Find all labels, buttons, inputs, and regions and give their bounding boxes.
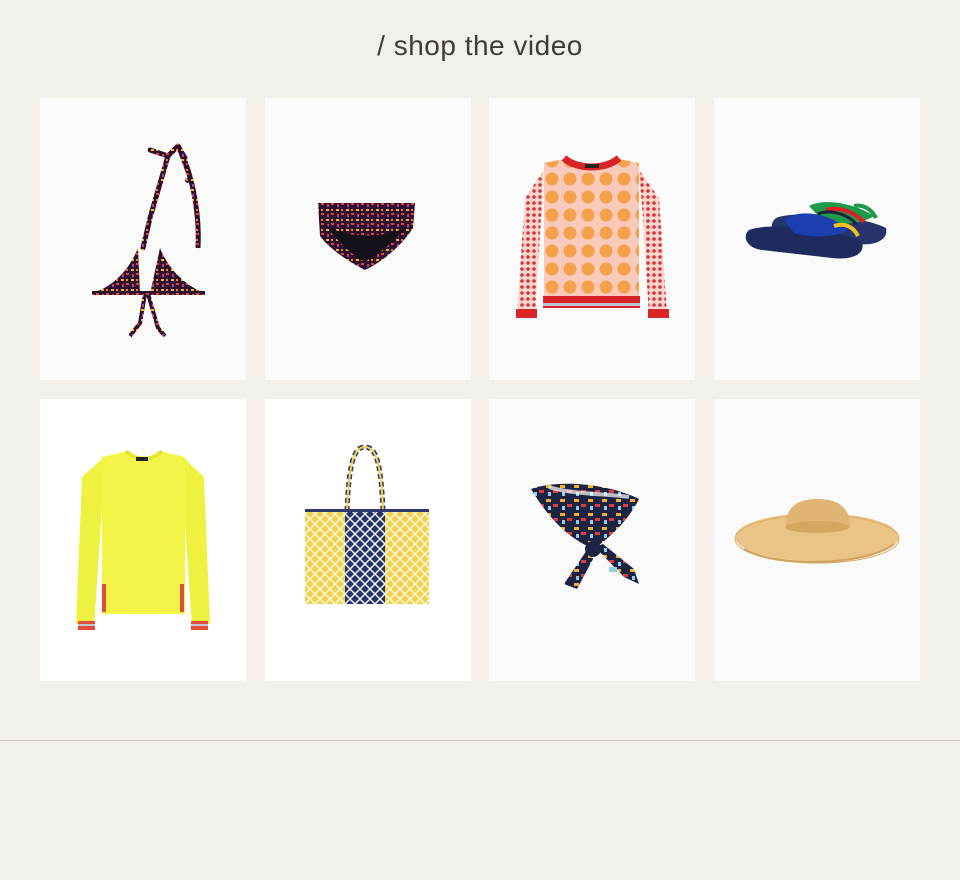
product-card-straw-hat[interactable] [713,399,920,681]
product-card-ruffle-slides[interactable] [713,98,920,380]
product-card-yellow-sweater[interactable] [40,399,246,681]
product-card-bikini-bottom[interactable] [264,98,471,380]
product-card-polka-dot-sweater[interactable] [489,98,696,380]
product-card-silk-scarf[interactable] [489,399,696,681]
product-card-bikini-top[interactable] [40,98,246,380]
bikini-bottom-icon [317,203,415,270]
sweater-icon [76,449,210,630]
product-card-woven-tote[interactable] [264,399,471,681]
page-title: / shop the video [377,30,583,61]
scarf-icon [531,483,640,589]
tote-bag-icon [304,444,429,604]
sweater-icon [516,155,670,318]
slide-sandals-icon [745,202,887,259]
footer-divider [0,740,960,741]
sun-hat-icon [734,499,900,564]
product-grid [40,98,920,681]
bikini-top-icon [92,143,205,338]
